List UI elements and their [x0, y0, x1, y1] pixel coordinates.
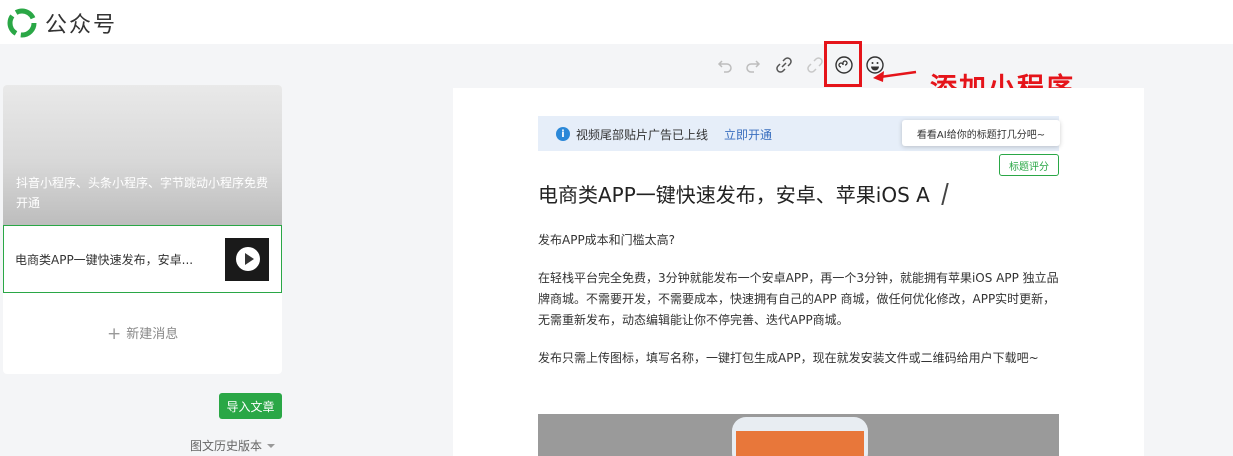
- video-thumbnail: [225, 238, 269, 281]
- list-item-article[interactable]: 电商类APP一键快速发布，安卓...: [3, 225, 282, 293]
- arrow-icon: [873, 70, 917, 82]
- editor-panel: i 视频尾部贴片广告已上线 立即开通 看看AI给你的标题打几分吧~ 标题评分 电…: [453, 88, 1144, 456]
- paragraph: 在轻栈平台完全免费，3分钟就能发布一个安卓APP，再一个3分钟，就能拥有苹果iO…: [538, 271, 1059, 327]
- article-image[interactable]: [538, 414, 1059, 456]
- phone-mockup: [732, 417, 868, 456]
- notice-text: 视频尾部贴片广告已上线: [576, 128, 709, 142]
- plus-icon: +: [107, 324, 122, 344]
- article-title-input[interactable]: 电商类APP一键快速发布，安卓、苹果iOS A: [538, 179, 950, 209]
- new-message-label: 新建消息: [126, 327, 179, 342]
- wechat-official-account-logo-icon[interactable]: [6, 8, 38, 38]
- new-message-button[interactable]: + 新建消息: [107, 323, 178, 344]
- article-list-card: 抖音小程序、头条小程序、字节跳动小程序免费开通 电商类APP一键快速发布，安卓.…: [3, 85, 282, 374]
- phone-screen: [736, 431, 864, 456]
- top-bar: 公众号: [0, 0, 1233, 44]
- play-icon: [236, 247, 260, 271]
- notice-activate-link[interactable]: 立即开通: [724, 126, 772, 143]
- title-score-button[interactable]: 标题评分: [999, 154, 1059, 176]
- link-icon[interactable]: [775, 56, 793, 74]
- paragraph: 发布APP成本和门槛太高?: [538, 233, 676, 247]
- caret-down-icon: [267, 444, 276, 448]
- article-item-title: 电商类APP一键快速发布，安卓...: [15, 253, 194, 267]
- paragraph: 发布只需上传图标，填写名称，一键打包生成APP，现在就发安装文件或二维码给用户下…: [538, 351, 1039, 365]
- import-article-button[interactable]: 导入文章: [219, 393, 282, 419]
- undo-icon[interactable]: [716, 56, 734, 74]
- redo-icon[interactable]: [744, 56, 762, 74]
- unlink-icon[interactable]: [806, 56, 824, 74]
- history-versions-dropdown[interactable]: 图文历史版本: [190, 437, 276, 454]
- highlight-box-annotation: [824, 41, 862, 87]
- brand-title: 公众号: [45, 13, 118, 38]
- cover-article[interactable]: 抖音小程序、头条小程序、字节跳动小程序免费开通: [3, 85, 282, 225]
- cover-article-title: 抖音小程序、头条小程序、字节跳动小程序免费开通: [16, 176, 269, 210]
- history-label: 图文历史版本: [190, 439, 263, 453]
- title-score-tooltip: 看看AI给你的标题打几分吧~: [902, 120, 1060, 146]
- info-icon: i: [556, 127, 570, 141]
